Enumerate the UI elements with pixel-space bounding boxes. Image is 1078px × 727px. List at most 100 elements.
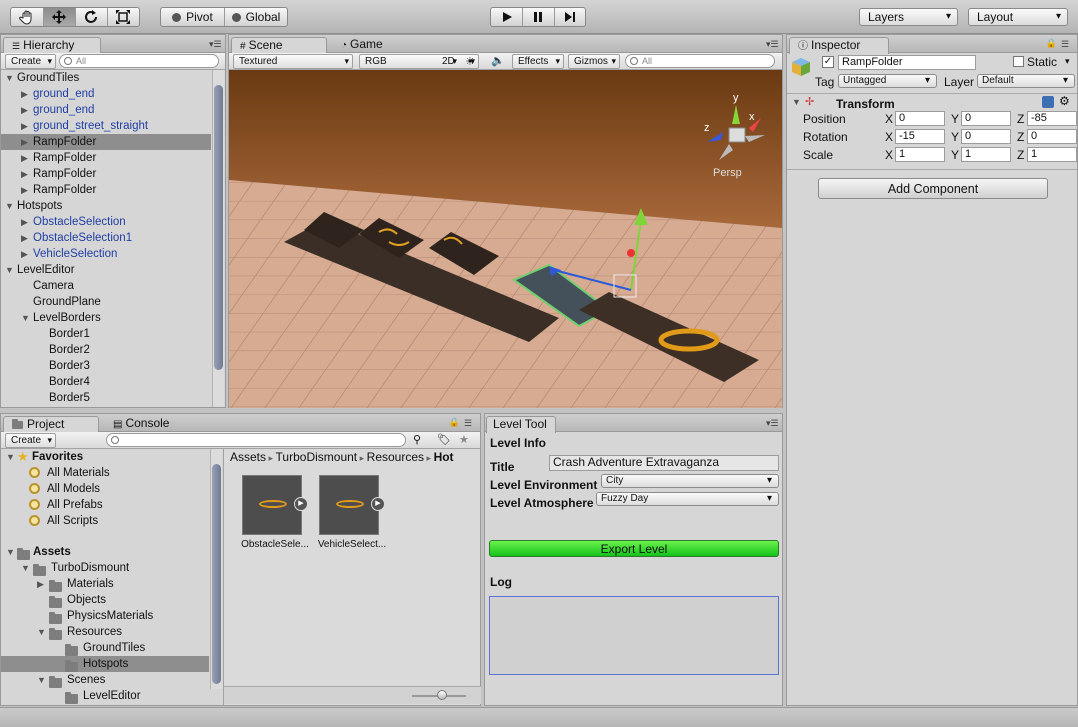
hierarchy-item[interactable]: ▶ ground_end <box>1 102 211 118</box>
move-tool-button[interactable] <box>42 8 75 26</box>
favorite-star-icon[interactable]: ★ <box>459 433 469 446</box>
static-checkbox[interactable] <box>1013 56 1024 67</box>
color-mode-dropdown[interactable]: RGB <box>359 54 479 69</box>
hierarchy-item[interactable]: ▶ ObstacleSelection <box>1 214 211 230</box>
filter-by-label-icon[interactable]: 🏷 <box>437 433 451 446</box>
step-button[interactable] <box>553 8 585 26</box>
hierarchy-item[interactable]: GroundPlane <box>1 294 211 310</box>
foldout-closed-arrow[interactable]: ▶ <box>21 102 28 118</box>
effects-dropdown[interactable]: Effects <box>512 54 564 69</box>
project-menu-icon[interactable]: ☰ <box>464 418 476 429</box>
level-tool-menu-icon[interactable]: ▾☰ <box>766 418 779 429</box>
tab-inspector[interactable]: ⓘ Inspector <box>789 37 889 54</box>
project-folder-item[interactable]: GroundTiles <box>1 640 209 656</box>
assets-header[interactable]: ▼ Assets <box>1 544 209 560</box>
object-name-field[interactable]: RampFolder <box>838 55 976 70</box>
play-button[interactable] <box>491 8 522 26</box>
foldout-closed-arrow[interactable]: ▶ <box>21 182 28 198</box>
global-button[interactable]: Global <box>223 8 287 26</box>
active-checkbox[interactable]: ✓ <box>822 56 834 68</box>
favorites-header[interactable]: ▼ ★ Favorites <box>1 449 209 465</box>
layer-dropdown[interactable]: Default <box>977 74 1075 88</box>
scale-x-field[interactable]: 1 <box>895 147 945 162</box>
breadcrumb-item[interactable]: Assets <box>230 450 266 464</box>
project-folder-item[interactable]: PhysicsMaterials <box>1 608 209 624</box>
hierarchy-search-input[interactable]: All <box>59 54 219 68</box>
help-book-icon[interactable] <box>1042 96 1054 108</box>
filter-by-type-icon[interactable]: ⚲ <box>413 433 421 446</box>
render-mode-dropdown[interactable]: Textured <box>233 54 353 69</box>
tab-project[interactable]: Project <box>3 416 99 433</box>
foldout-closed-arrow[interactable]: ▶ <box>21 246 28 262</box>
2d-toggle[interactable]: 2D <box>437 54 461 69</box>
hierarchy-item[interactable]: ▶ ObstacleSelection1 <box>1 230 211 246</box>
tab-scene[interactable]: # Scene <box>231 37 327 54</box>
add-component-button[interactable]: Add Component <box>818 178 1048 199</box>
project-folder-item[interactable]: ▼ TurboDismount <box>1 560 209 576</box>
zoom-slider-knob[interactable] <box>437 690 447 700</box>
project-create-dropdown[interactable]: Create <box>5 433 57 448</box>
level-title-input[interactable]: Crash Adventure Extravaganza <box>549 455 779 471</box>
project-folder-item[interactable]: Hotspots <box>1 656 209 672</box>
lock-icon[interactable]: 🔒 <box>1046 38 1057 49</box>
scene-search-input[interactable]: All <box>625 54 775 68</box>
static-dropdown-arrow[interactable]: ▾ <box>1065 56 1070 67</box>
pivot-button[interactable]: Pivot <box>161 8 224 26</box>
foldout-closed-arrow[interactable]: ▶ <box>21 150 28 166</box>
project-folder-item[interactable]: LevelEditor <box>1 688 209 704</box>
rotation-y-field[interactable]: 0 <box>961 129 1011 144</box>
rotation-x-field[interactable]: -15 <box>895 129 945 144</box>
tab-hierarchy[interactable]: ☰ Hierarchy <box>3 37 101 54</box>
project-folder-item[interactable]: ▼ Resources <box>1 624 209 640</box>
rotation-z-field[interactable]: 0 <box>1027 129 1077 144</box>
asset-item[interactable]: ▶ VehicleSelect... <box>315 475 389 555</box>
hierarchy-item[interactable]: Border5 <box>1 390 211 406</box>
foldout-closed-arrow[interactable]: ▶ <box>21 134 28 150</box>
foldout-open-arrow[interactable]: ▼ <box>37 672 46 688</box>
tab-console[interactable]: ▤ Console <box>105 416 185 433</box>
zoom-slider[interactable] <box>224 686 481 704</box>
hierarchy-scrollbar[interactable] <box>212 70 224 407</box>
hand-tool-button[interactable] <box>11 8 43 26</box>
inspector-menu-icon[interactable]: ☰ <box>1061 39 1073 50</box>
breadcrumb-item[interactable]: Hot <box>434 450 454 464</box>
hierarchy-item[interactable]: ▼ GroundTiles <box>1 70 211 86</box>
project-folder-item[interactable]: ▼ Scenes <box>1 672 209 688</box>
hierarchy-scroll-thumb[interactable] <box>214 85 223 370</box>
scale-tool-button[interactable] <box>106 8 139 26</box>
hierarchy-item[interactable]: ▶ RampFolder <box>1 150 211 166</box>
scale-y-field[interactable]: 1 <box>961 147 1011 162</box>
foldout-closed-arrow[interactable]: ▶ <box>21 214 28 230</box>
foldout-closed-arrow[interactable]: ▶ <box>21 230 28 246</box>
expand-prefab-icon[interactable]: ▶ <box>294 497 308 511</box>
transform-header[interactable]: ▼ ✢ Transform ⚙ <box>787 93 1077 111</box>
position-x-field[interactable]: 0 <box>895 111 945 126</box>
foldout-open-arrow[interactable]: ▼ <box>5 70 14 86</box>
hierarchy-create-dropdown[interactable]: Create <box>5 54 57 69</box>
foldout-open-arrow[interactable]: ▼ <box>5 262 14 278</box>
scene-viewport[interactable]: y x z Persp <box>229 70 782 408</box>
layout-dropdown[interactable]: Layout <box>968 8 1068 26</box>
tab-game[interactable]: ◔ Game <box>333 37 403 54</box>
hierarchy-item[interactable]: Border4 <box>1 374 211 390</box>
favorite-item[interactable]: All Scripts <box>1 513 209 529</box>
hierarchy-item[interactable]: Camera <box>1 278 211 294</box>
position-z-field[interactable]: -85 <box>1027 111 1077 126</box>
foldout-open-arrow[interactable]: ▼ <box>5 198 14 214</box>
project-tree-scrollbar[interactable] <box>210 449 222 689</box>
scene-menu-icon[interactable]: ▾☰ <box>766 39 779 50</box>
hierarchy-item[interactable]: ▶ RampFolder <box>1 134 211 150</box>
layers-dropdown[interactable]: Layers <box>859 8 958 26</box>
gizmos-dropdown[interactable]: Gizmos <box>568 54 620 69</box>
favorite-item[interactable]: All Prefabs <box>1 497 209 513</box>
audio-toggle-icon[interactable]: 🔈 <box>491 54 505 67</box>
export-level-button[interactable]: Export Level <box>489 540 779 557</box>
foldout-open-arrow[interactable]: ▼ <box>21 310 30 326</box>
breadcrumb-item[interactable]: TurboDismount <box>276 450 358 464</box>
favorite-item[interactable]: All Models <box>1 481 209 497</box>
log-textarea[interactable] <box>489 596 779 675</box>
hierarchy-item[interactable]: ▶ ground_end <box>1 86 211 102</box>
breadcrumb-item[interactable]: Resources <box>367 450 424 464</box>
hierarchy-item[interactable]: Border2 <box>1 342 211 358</box>
hierarchy-item[interactable]: ▶ VehicleSelection <box>1 246 211 262</box>
